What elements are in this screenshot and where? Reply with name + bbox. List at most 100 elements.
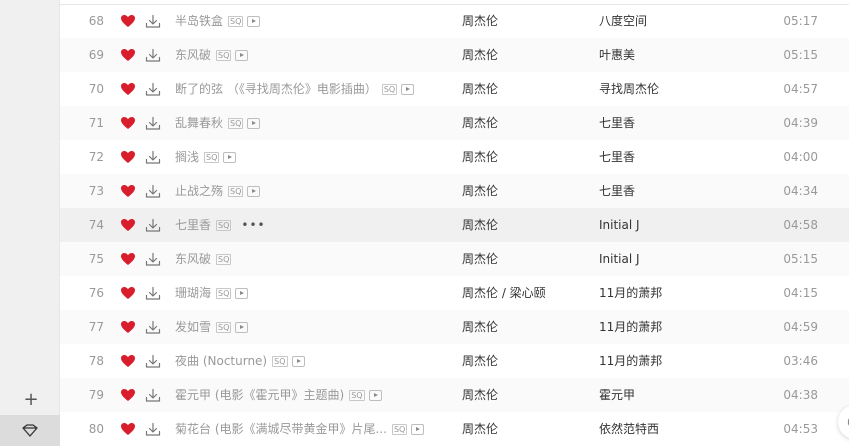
mv-play-icon[interactable] [235,49,249,61]
song-row[interactable]: 68 半岛铁盒 SQ 周杰伦 八度空间 05:17 [60,4,849,38]
song-artist[interactable]: 周杰伦 [462,140,592,174]
song-title-cell[interactable]: 搁浅 SQ [175,140,455,174]
song-artist[interactable]: 周杰伦 [462,310,592,344]
song-title-cell[interactable]: 发如雪 SQ [175,310,455,344]
song-album[interactable]: 寻找周杰伦 [599,72,779,106]
heart-icon[interactable] [120,4,136,38]
mv-play-icon[interactable] [411,423,425,435]
song-duration: 05:15 [783,48,818,62]
heart-icon[interactable] [120,106,136,140]
heart-icon[interactable] [120,344,136,378]
heart-icon[interactable] [120,310,136,344]
song-title-cell[interactable]: 乱舞春秋 SQ [175,106,455,140]
song-row[interactable]: 77 发如雪 SQ 周杰伦 11月的萧邦 04:59 [60,310,849,344]
download-icon[interactable] [145,310,161,344]
song-artist[interactable]: 周杰伦 [462,72,592,106]
song-title-cell[interactable]: 霍元甲 (电影《霍元甲》主题曲) SQ [175,378,455,412]
download-icon[interactable] [145,276,161,310]
song-title: 断了的弦 （《寻找周杰伦》电影插曲） [175,82,377,96]
download-icon[interactable] [145,4,161,38]
sidebar-item-active[interactable] [0,415,60,446]
song-album[interactable]: 11月的萧邦 [599,276,779,310]
mv-play-icon[interactable] [247,117,261,129]
heart-icon[interactable] [120,140,136,174]
song-title: 东风破 [175,252,212,266]
mv-play-icon[interactable] [401,83,415,95]
mv-play-icon[interactable] [368,389,382,401]
mv-play-icon[interactable] [247,185,261,197]
song-index: 80 [88,422,104,436]
song-index: 72 [88,150,104,164]
song-title-cell[interactable]: 断了的弦 （《寻找周杰伦》电影插曲） SQ [175,72,455,106]
heart-icon[interactable] [120,38,136,72]
song-row[interactable]: 75 东风破 SQ 周杰伦 Initial J 05:15 [60,242,849,276]
mv-play-icon[interactable] [247,15,261,27]
mv-play-icon[interactable] [223,151,237,163]
song-album[interactable]: 八度空间 [599,4,779,38]
song-album[interactable]: Initial J [599,208,779,242]
song-row[interactable]: 76 珊瑚海 SQ 周杰伦 / 梁心颐 11月的萧邦 04:15 [60,276,849,310]
song-title-cell[interactable]: 半岛铁盒 SQ [175,4,455,38]
add-playlist-button[interactable]: + [21,390,41,410]
heart-icon[interactable] [120,412,136,446]
song-artist[interactable]: 周杰伦 [462,38,592,72]
song-album[interactable]: 七里香 [599,106,779,140]
song-album[interactable]: 七里香 [599,140,779,174]
download-icon[interactable] [145,72,161,106]
song-title-cell[interactable]: 止战之殇 SQ [175,174,455,208]
song-row[interactable]: 78 夜曲 (Nocturne) SQ 周杰伦 11月的萧邦 03:46 [60,344,849,378]
song-row[interactable]: 69 东风破 SQ 周杰伦 叶惠美 05:15 [60,38,849,72]
heart-icon[interactable] [120,72,136,106]
song-row[interactable]: 73 止战之殇 SQ 周杰伦 七里香 04:34 [60,174,849,208]
download-icon[interactable] [145,174,161,208]
mv-play-icon[interactable] [235,321,249,333]
song-index: 74 [88,218,104,232]
song-artist[interactable]: 周杰伦 [462,242,592,276]
song-row[interactable]: 72 搁浅 SQ 周杰伦 七里香 04:00 [60,140,849,174]
song-album[interactable]: 11月的萧邦 [599,310,779,344]
download-icon[interactable] [145,208,161,242]
song-artist[interactable]: 周杰伦 / 梁心颐 [462,276,592,310]
download-icon[interactable] [145,106,161,140]
heart-icon[interactable] [120,378,136,412]
song-title-cell[interactable]: 菊花台 (电影《满城尽带黄金甲》片尾... SQ [175,412,455,446]
song-album[interactable]: 七里香 [599,174,779,208]
song-artist[interactable]: 周杰伦 [462,208,592,242]
song-index: 68 [88,14,104,28]
song-artist[interactable]: 周杰伦 [462,344,592,378]
song-row[interactable]: 70 断了的弦 （《寻找周杰伦》电影插曲） SQ 周杰伦 寻找周杰伦 04:57 [60,72,849,106]
heart-icon[interactable] [120,174,136,208]
song-album[interactable]: Initial J [599,242,779,276]
song-title-cell[interactable]: 七里香 SQ ••• [175,208,455,242]
download-icon[interactable] [145,140,161,174]
download-icon[interactable] [145,38,161,72]
song-album[interactable]: 依然范特西 [599,412,779,446]
download-icon[interactable] [145,242,161,276]
download-icon[interactable] [145,412,161,446]
song-artist[interactable]: 周杰伦 [462,106,592,140]
song-artist[interactable]: 周杰伦 [462,4,592,38]
song-album[interactable]: 叶惠美 [599,38,779,72]
song-artist[interactable]: 周杰伦 [462,174,592,208]
heart-icon[interactable] [120,276,136,310]
heart-icon[interactable] [120,208,136,242]
song-row[interactable]: 71 乱舞春秋 SQ 周杰伦 七里香 04:39 [60,106,849,140]
mv-play-icon[interactable] [235,287,249,299]
song-title-cell[interactable]: 东风破 SQ [175,242,455,276]
song-title-cell[interactable]: 珊瑚海 SQ [175,276,455,310]
song-title: 半岛铁盒 [175,14,224,28]
song-album[interactable]: 霍元甲 [599,378,779,412]
song-title-cell[interactable]: 夜曲 (Nocturne) SQ [175,344,455,378]
song-artist[interactable]: 周杰伦 [462,412,592,446]
heart-icon[interactable] [120,242,136,276]
download-icon[interactable] [145,344,161,378]
song-row[interactable]: 80 菊花台 (电影《满城尽带黄金甲》片尾... SQ 周杰伦 依然范特西 04:53 [60,412,849,446]
song-album[interactable]: 11月的萧邦 [599,344,779,378]
download-icon[interactable] [145,378,161,412]
song-title-cell[interactable]: 东风破 SQ [175,38,455,72]
song-artist[interactable]: 周杰伦 [462,378,592,412]
song-row[interactable]: 74 七里香 SQ ••• 周杰伦 Initial J 04:58 [60,208,849,242]
more-icon[interactable]: ••• [241,208,265,242]
song-row[interactable]: 79 霍元甲 (电影《霍元甲》主题曲) SQ 周杰伦 霍元甲 04:38 [60,378,849,412]
mv-play-icon[interactable] [291,355,305,367]
